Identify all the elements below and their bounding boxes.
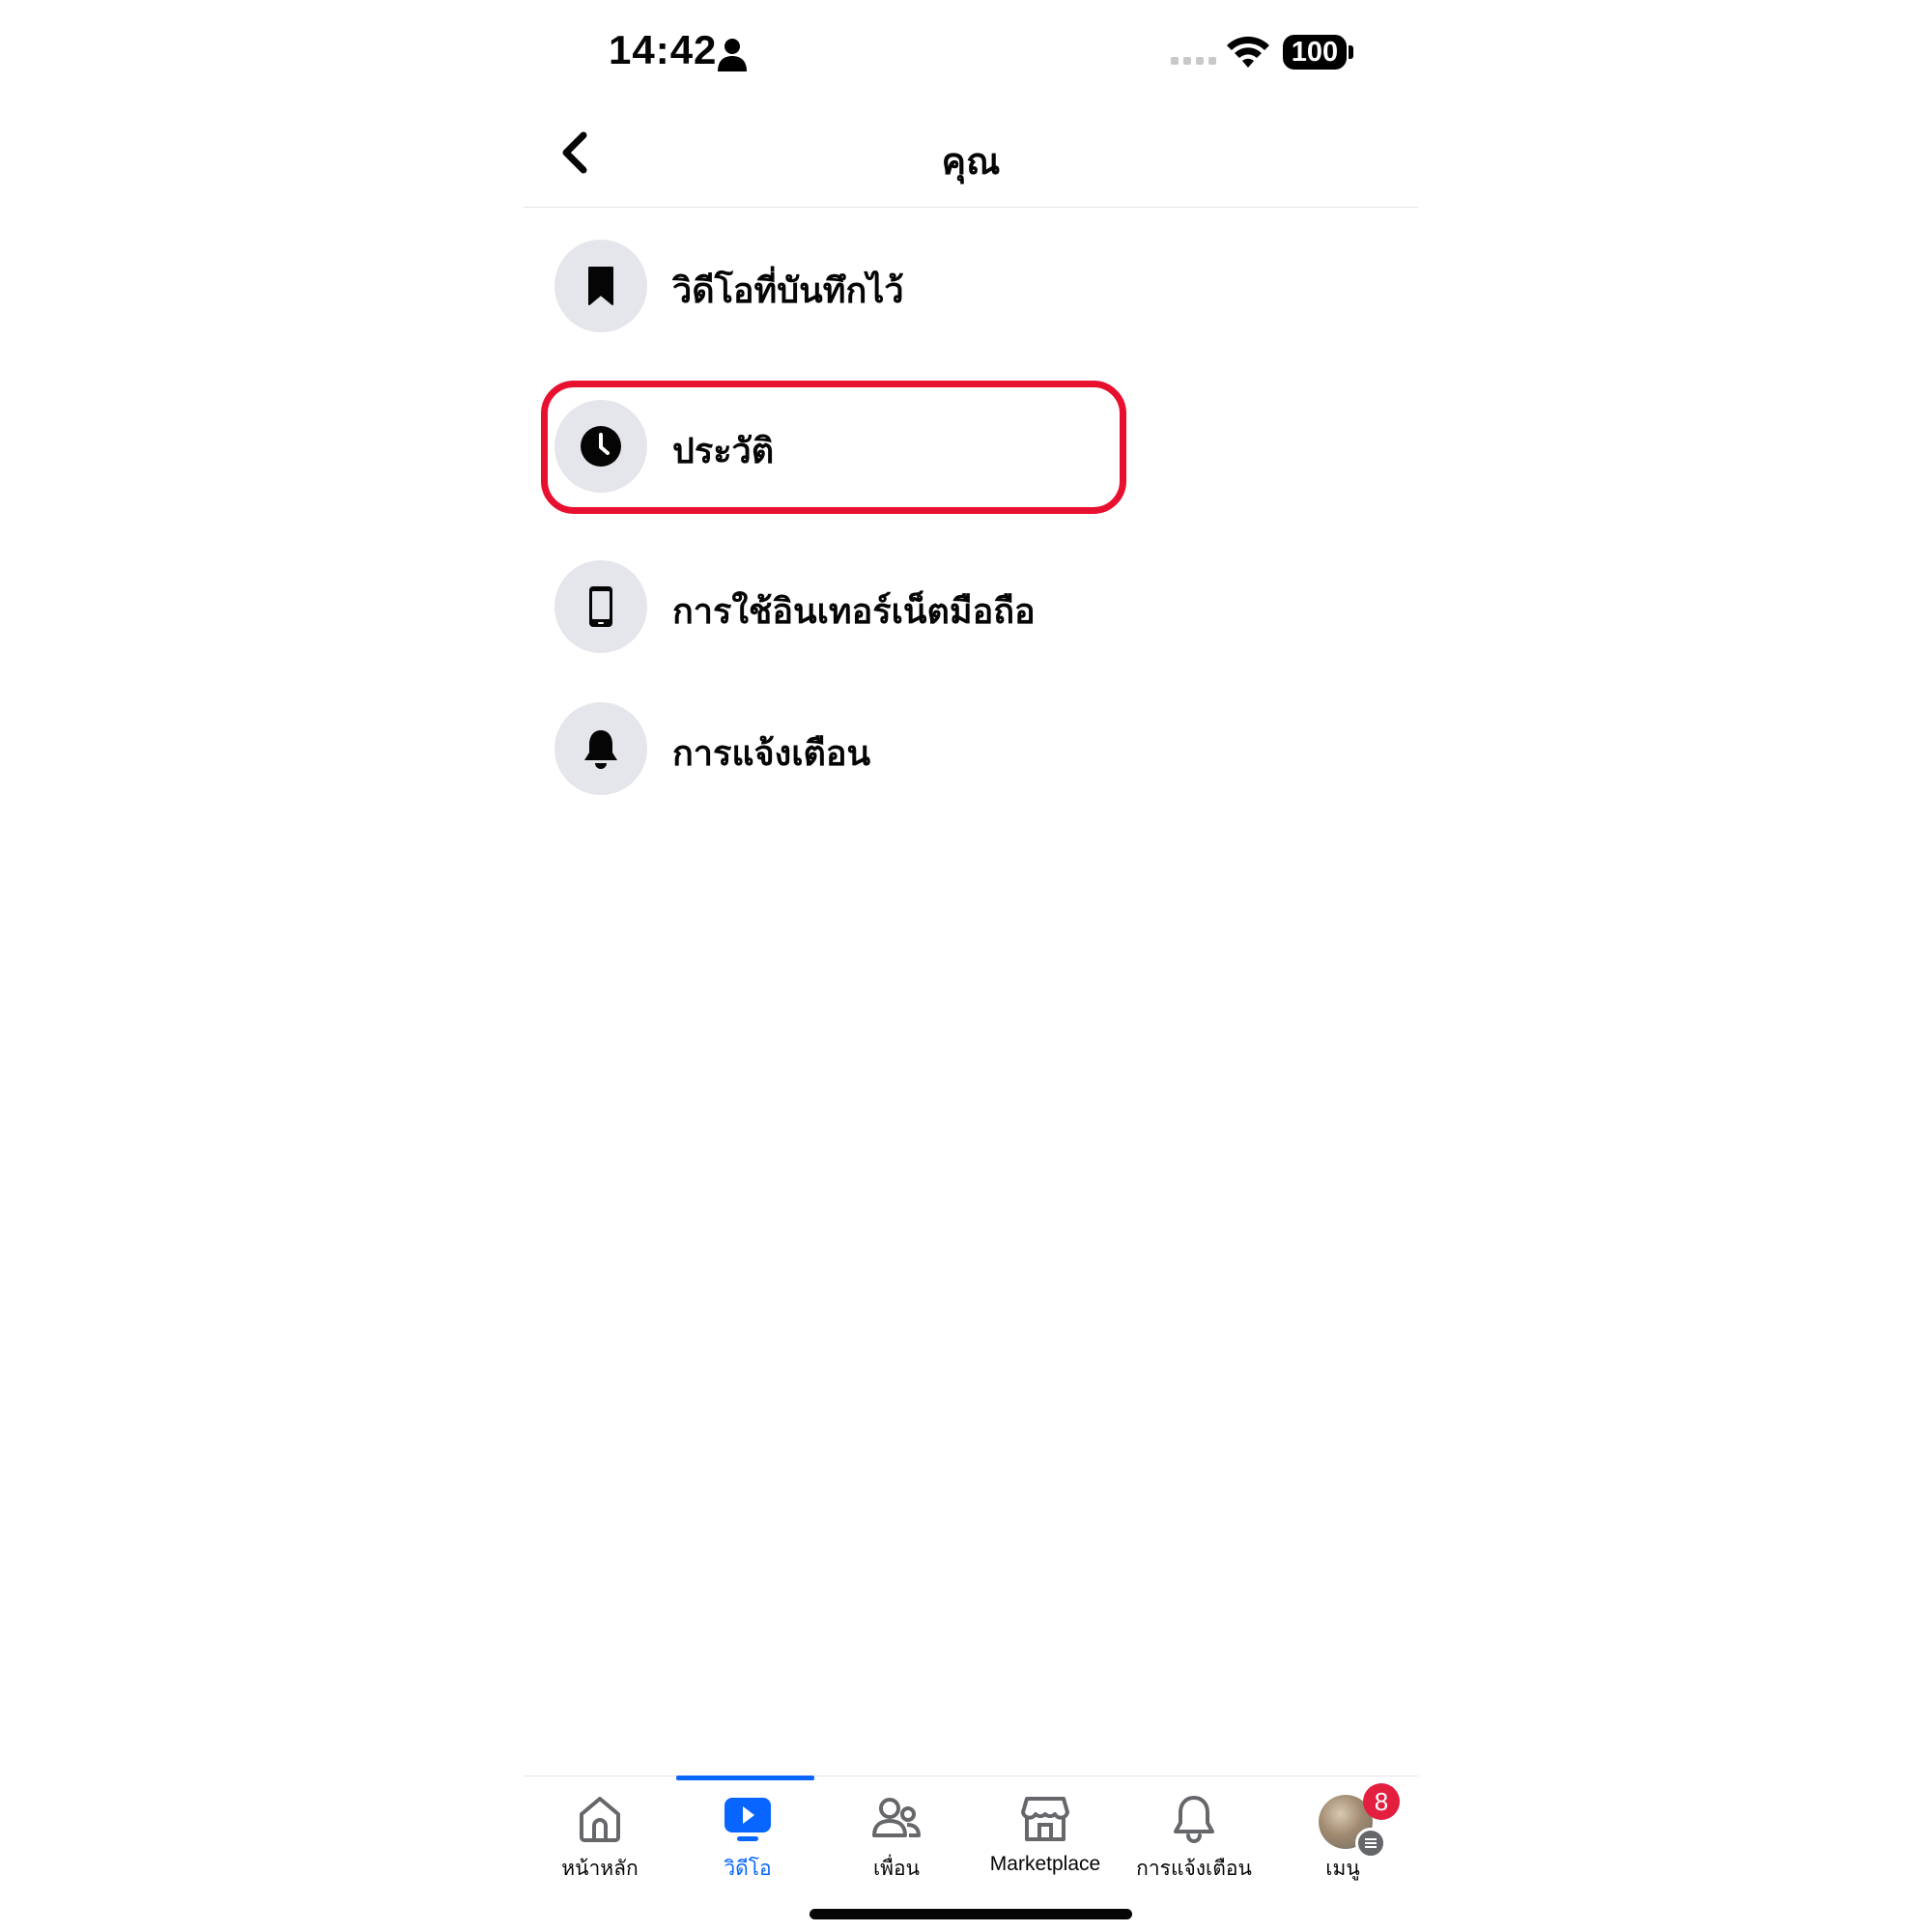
bookmark-icon [588, 267, 613, 305]
tab-label-notifications: การแจ้งเตือน [1136, 1858, 1252, 1880]
tab-home[interactable]: หน้าหลัก [526, 1785, 674, 1891]
menu-icon-circle [554, 240, 647, 332]
tab-label-marketplace: Marketplace [989, 1853, 1101, 1875]
person-icon [718, 39, 747, 71]
tab-video[interactable]: วิดีโอ [673, 1785, 822, 1891]
notification-count-badge: 8 [1363, 1783, 1400, 1820]
tab-label-video: วิดีโอ [724, 1858, 772, 1880]
menu-item-saved-videos[interactable]: วิดีโอที่บันทึกไว้ [554, 240, 1134, 332]
phone-screen: 14:42 100 คุณ วิดีโอที่บันทึกไว้ ประวัติ… [524, 0, 1418, 1932]
video-play-icon [724, 1798, 771, 1841]
menu-label-saved-videos: วิดีโอที่บันทึกไว้ [672, 270, 904, 310]
tab-marketplace[interactable]: Marketplace [971, 1785, 1120, 1891]
wifi-icon [1227, 36, 1269, 68]
clock-icon [581, 426, 621, 467]
menu-icon-circle [554, 702, 647, 795]
marketplace-shop-icon [1021, 1797, 1069, 1841]
battery-tip [1349, 45, 1353, 59]
bell-icon [584, 730, 617, 769]
menu-item-mobile-data[interactable]: การใช้อินเทอร์เน็ตมือถือ [554, 560, 1134, 653]
battery-indicator: 100 [1283, 35, 1347, 70]
menu-label-mobile-data: การใช้อินเทอร์เน็ตมือถือ [672, 591, 1036, 631]
menu-icon-circle [554, 560, 647, 653]
tab-notifications[interactable]: การแจ้งเตือน [1120, 1785, 1268, 1891]
mobile-phone-icon [589, 586, 612, 627]
notifications-bell-icon [1174, 1796, 1214, 1843]
friends-icon [872, 1798, 921, 1837]
menu-label-notifications: การแจ้งเตือน [672, 733, 871, 773]
home-indicator[interactable] [810, 1909, 1132, 1919]
tab-menu[interactable]: 8 เมนู [1268, 1783, 1417, 1891]
menu-icon-circle [554, 400, 647, 493]
tab-label-friends: เพื่อน [873, 1858, 920, 1880]
header-divider [524, 207, 1418, 208]
menu-item-notifications[interactable]: การแจ้งเตือน [554, 702, 1134, 795]
active-tab-indicator [676, 1776, 814, 1780]
menu-item-history[interactable]: ประวัติ [554, 400, 1134, 493]
tab-label-home: หน้าหลัก [561, 1858, 639, 1880]
status-time: 14:42 [609, 27, 718, 72]
page-title: คุณ [941, 142, 1001, 183]
menu-label-history: ประวัติ [672, 431, 775, 470]
tab-friends[interactable]: เพื่อน [822, 1785, 971, 1891]
cellular-signal-icon [1171, 57, 1216, 65]
tab-label-menu: เมนู [1325, 1858, 1360, 1880]
home-icon [580, 1797, 620, 1842]
